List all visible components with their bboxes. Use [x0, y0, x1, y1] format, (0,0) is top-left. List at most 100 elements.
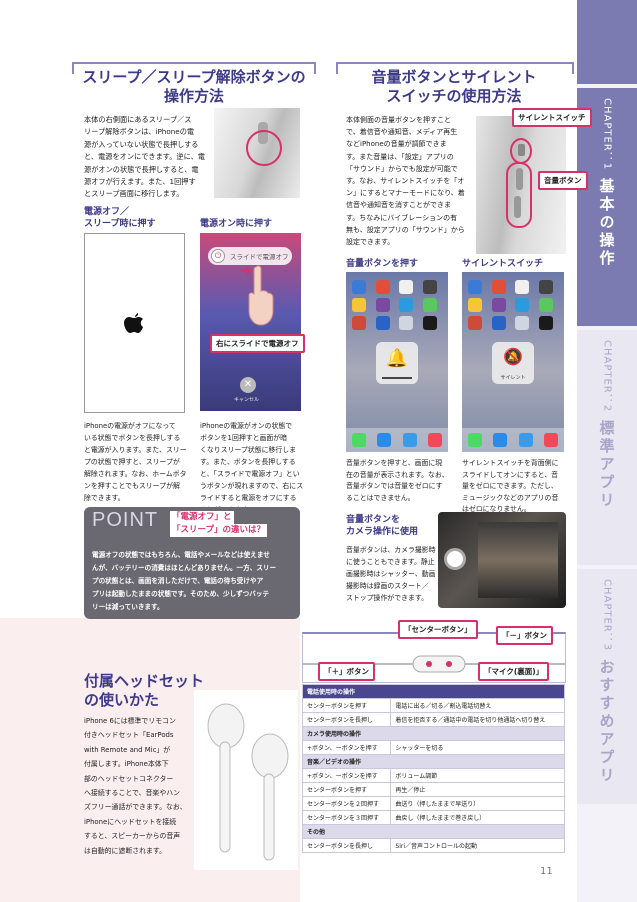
title-line: 音量ボタンとサイレント — [371, 68, 537, 86]
safari-app-icon[interactable] — [402, 433, 417, 447]
app-icon[interactable] — [375, 316, 390, 330]
silent-heading: サイレントスイッチ — [462, 259, 544, 269]
iphone-off-screen — [84, 233, 185, 413]
table-category-row: 音楽／ビデオの操作 — [302, 754, 565, 769]
app-icon[interactable] — [399, 280, 413, 294]
app-grid — [352, 280, 442, 330]
bell-slash-icon: 🔕 — [503, 347, 523, 366]
text-line: ン」にするとマナーモードになり、着 — [346, 189, 465, 198]
shutter-button[interactable] — [444, 548, 466, 570]
app-icon[interactable] — [468, 298, 482, 312]
app-icon[interactable] — [422, 280, 437, 294]
table-cell-action: センターボタンを３回押す — [301, 810, 392, 825]
text-line: 音量ボタンは、カメラ撮影時 — [346, 546, 436, 554]
text-line: に使うこともできます。静止 — [346, 558, 435, 566]
app-icon[interactable] — [515, 298, 529, 312]
heading-line: 電源オフ／ — [84, 207, 130, 217]
headset-section-title: 付属ヘッドセット の使いかた — [84, 672, 204, 710]
text-line: ズフリー通話ができます。なお、 — [84, 803, 187, 812]
text-line: サイレントスイッチを背面側に — [462, 459, 559, 467]
app-icon[interactable] — [422, 316, 437, 330]
dock — [462, 428, 564, 452]
app-icon[interactable] — [468, 316, 482, 330]
safari-app-icon[interactable] — [518, 433, 533, 447]
table-cell-result: シャッターを切る — [390, 740, 565, 755]
title-line: 「スリープ」の違いは？ — [170, 524, 267, 537]
table-row: センターボタンを長押し Siri／音声コントロールの起動 — [301, 838, 565, 853]
cancel-icon[interactable]: ✕ — [240, 377, 256, 393]
mic-label: 「マイク(裏面)」 — [478, 662, 550, 681]
text-line: 源オフが行えます。また、1回押す — [84, 177, 196, 187]
text-line: 量をゼロにできます。ただし、 — [462, 482, 558, 491]
title-line: 「電源オフ」と — [170, 511, 234, 524]
app-icon[interactable] — [468, 280, 482, 294]
text-line: 電源オフの状態ではもちろん、電話やメールなどは使えませ — [92, 551, 270, 559]
table-header-row: 電話使用時の操作 — [302, 684, 565, 699]
caption-volume: 音量ボタンを押すと、画面に現 在の音量が表示されます。なお、 音量ボタンでは音量… — [346, 458, 456, 504]
text-line: 源がオンの状態で長押しすると、電 — [84, 164, 199, 174]
phone-app-icon[interactable] — [351, 433, 366, 447]
text-line: スライドしてオンにすると、音 — [462, 470, 559, 479]
app-icon[interactable] — [399, 298, 413, 312]
text-line: 解除されます。なお、ホームボタ — [84, 470, 187, 478]
text-line: 除できます。 — [84, 494, 125, 502]
volume-section-title: 音量ボタンとサイレント スイッチの使用方法 — [334, 68, 574, 106]
app-icon[interactable] — [375, 298, 390, 312]
app-icon[interactable] — [491, 280, 506, 294]
ios-homescreen-silent: 🔕 サイレント — [462, 272, 564, 452]
app-icon[interactable] — [515, 316, 529, 330]
cancel-label: キャンセル — [234, 397, 260, 403]
point-box: POINT 「電源オフ」と 「スリープ」の違いは？ 電源オフの状態ではもちろん、… — [84, 507, 300, 619]
app-icon[interactable] — [375, 280, 390, 294]
mail-app-icon[interactable] — [377, 433, 392, 447]
chapter-tab-3[interactable]: CHAPTER：3 おすすめアプリ — [577, 569, 637, 804]
text-line: with Remote and Mic」が — [84, 745, 171, 754]
music-app-icon[interactable] — [544, 433, 559, 447]
heading-line: 音量ボタンを — [346, 515, 401, 525]
text-line: で、着信音や通知音、メディア再生 — [346, 128, 458, 137]
app-icon[interactable] — [399, 316, 413, 330]
table-row: +ボタン、ーボタンを押す ボリューム調節 — [301, 768, 565, 783]
table-category-row: カメラ使用時の操作 — [302, 726, 565, 741]
text-line: す。なお、サイレントスイッチを「オ — [346, 177, 465, 186]
table-category: その他 — [302, 824, 565, 839]
app-icon[interactable] — [515, 280, 529, 294]
text-line: んが、バッテリーの消費はほとんどありません。一方、スリー — [92, 564, 277, 572]
hand-pointer-icon — [246, 263, 274, 329]
text-line: は自動的に遮断されます。 — [84, 846, 166, 855]
app-icon[interactable] — [491, 298, 506, 312]
app-icon[interactable] — [352, 316, 366, 330]
text-line: 撮影時は録画のスタート／ — [346, 582, 429, 590]
heading-line: スリープ時に押す — [84, 219, 156, 229]
table-cell-result: 曲送り（押したままで早送り） — [390, 796, 565, 811]
app-icon[interactable] — [352, 280, 366, 294]
table-row: センターボタンを２回押す 曲送り（押したままで早送り） — [301, 796, 565, 811]
minus-button-label: 「－」ボタン — [496, 626, 553, 645]
chapter-title: 基本の操作 — [597, 178, 616, 269]
app-icon[interactable] — [538, 280, 553, 294]
phone-app-icon[interactable] — [467, 433, 482, 447]
app-icon[interactable] — [422, 298, 437, 312]
music-app-icon[interactable] — [428, 433, 443, 447]
mail-app-icon[interactable] — [493, 433, 508, 447]
text-line: iPhone 6には標準でリモコン — [84, 717, 176, 725]
chapter-number: CHAPTER：2 — [601, 340, 613, 413]
text-line: 本体の右側面にあるスリープ／ス — [84, 115, 192, 124]
text-line: す。ちなみにバイブレーションの有 — [346, 213, 458, 222]
caption-power-on: iPhoneの電源がオンの状態で ボタンを1回押すと画面が暗 くなりスリープ状態… — [200, 420, 304, 516]
app-icon[interactable] — [352, 298, 366, 312]
chapter-tab-2[interactable]: CHAPTER：2 標準アプリ — [577, 330, 637, 565]
operations-table: 電話使用時の操作 センターボタンを押す 電話に出る／切る／割込電話切替え センター… — [301, 684, 565, 853]
app-icon[interactable] — [491, 316, 506, 330]
table-cell-result: 曲戻し（押したままで巻き戻し） — [390, 810, 565, 825]
text-line: ストップ操作ができます。 — [346, 594, 428, 602]
camera-screenshot — [438, 512, 566, 608]
app-icon[interactable] — [538, 316, 553, 330]
apple-logo-icon — [123, 311, 145, 335]
text-line: 画撮影時はシャッター、動画 — [346, 570, 436, 578]
app-icon[interactable] — [538, 298, 553, 312]
power-on-heading: 電源オン時に押す — [200, 219, 273, 229]
text-line: とスリープ画面に移行します。 — [84, 189, 184, 199]
volume-level-bar — [382, 377, 412, 379]
silent-switch-callout: サイレントスイッチ — [512, 108, 592, 127]
